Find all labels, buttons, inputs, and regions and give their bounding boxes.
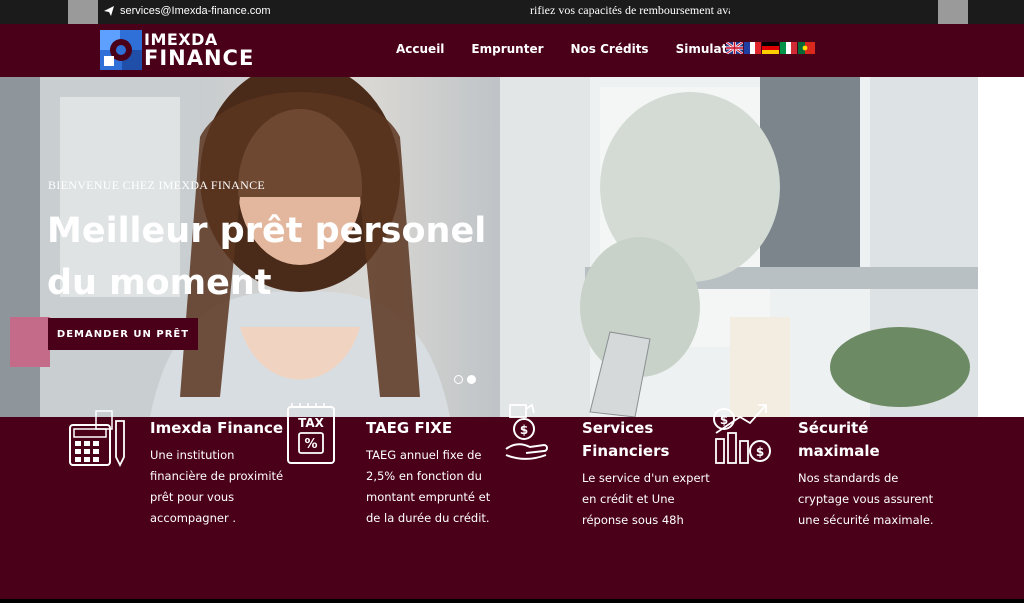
hero-banner: BIENVENUE CHEZ IMEXDA FINANCE Meilleur p… — [0, 77, 978, 417]
svg-text:TAX: TAX — [298, 416, 325, 430]
top-bar: services@Imexda-finance.com rifiez vos c… — [0, 0, 1024, 24]
uk-flag-icon[interactable] — [726, 42, 743, 54]
paper-plane-icon — [104, 6, 114, 16]
site-logo[interactable]: IMEXDA FINANCE — [100, 28, 254, 72]
growth-chart-icon: $ $ — [713, 404, 771, 464]
svg-text:$: $ — [756, 445, 764, 459]
slider-dot-2[interactable] — [467, 375, 476, 384]
email-text: services@Imexda-finance.com — [120, 5, 271, 17]
it-flag-icon[interactable] — [780, 42, 797, 54]
logo-text: IMEXDA FINANCE — [144, 31, 255, 70]
logo-line2: FINANCE — [144, 45, 255, 70]
de-flag-icon[interactable] — [762, 42, 779, 54]
hero-subtitle: BIENVENUE CHEZ IMEXDA FINANCE — [48, 178, 266, 192]
main-nav: Accueil Emprunter Nos Crédits Simulateur — [396, 42, 750, 56]
calculator-icon — [69, 410, 125, 468]
svg-text:%: % — [304, 437, 317, 452]
svg-text:$: $ — [520, 423, 528, 437]
feature-title: Imexda Finance — [150, 419, 284, 437]
features-section: Imexda Finance Une institution financièr… — [0, 403, 1024, 603]
nav-accueil[interactable]: Accueil — [396, 42, 444, 56]
page-gutter-right — [938, 0, 968, 24]
nav-emprunter[interactable]: Emprunter — [471, 42, 543, 56]
money-hand-icon: $ — [505, 403, 548, 460]
pt-flag-icon[interactable] — [798, 42, 815, 54]
slider-dot-1[interactable] — [454, 375, 463, 384]
hero-title: Meilleur prêt personel du moment — [47, 211, 487, 303]
announcement-ticker: rifiez vos capacités de remboursement av… — [530, 3, 730, 17]
feature-text: Nos standards de cryptage vous assurent … — [798, 471, 934, 527]
logo-mark-icon — [100, 30, 142, 70]
request-loan-button[interactable]: DEMANDER UN PRÊT — [48, 318, 198, 350]
tax-icon: TAX % — [287, 403, 335, 464]
feature-title: TAEG FIXE — [366, 419, 453, 437]
feature-title: Sécurité maximale — [798, 419, 880, 460]
page-bottom-edge — [0, 599, 1024, 603]
page-gutter-left — [68, 0, 98, 24]
language-switcher — [726, 42, 815, 54]
feature-text: TAEG annuel fixe de 2,5% en fonction du … — [366, 448, 491, 525]
feature-text: Une institution financière de proximité … — [150, 448, 284, 525]
fr-flag-icon[interactable] — [744, 42, 761, 54]
hero-right-strip — [978, 77, 1024, 417]
email-contact[interactable]: services@Imexda-finance.com — [104, 5, 271, 17]
site-header: IMEXDA FINANCE Accueil Emprunter Nos Cré… — [0, 24, 1024, 77]
nav-nos-credits[interactable]: Nos Crédits — [571, 42, 649, 56]
feature-text: Le service d'un expert en crédit et Une … — [582, 471, 710, 527]
feature-title: Services Financiers — [582, 419, 670, 460]
slider-dots — [454, 375, 476, 384]
